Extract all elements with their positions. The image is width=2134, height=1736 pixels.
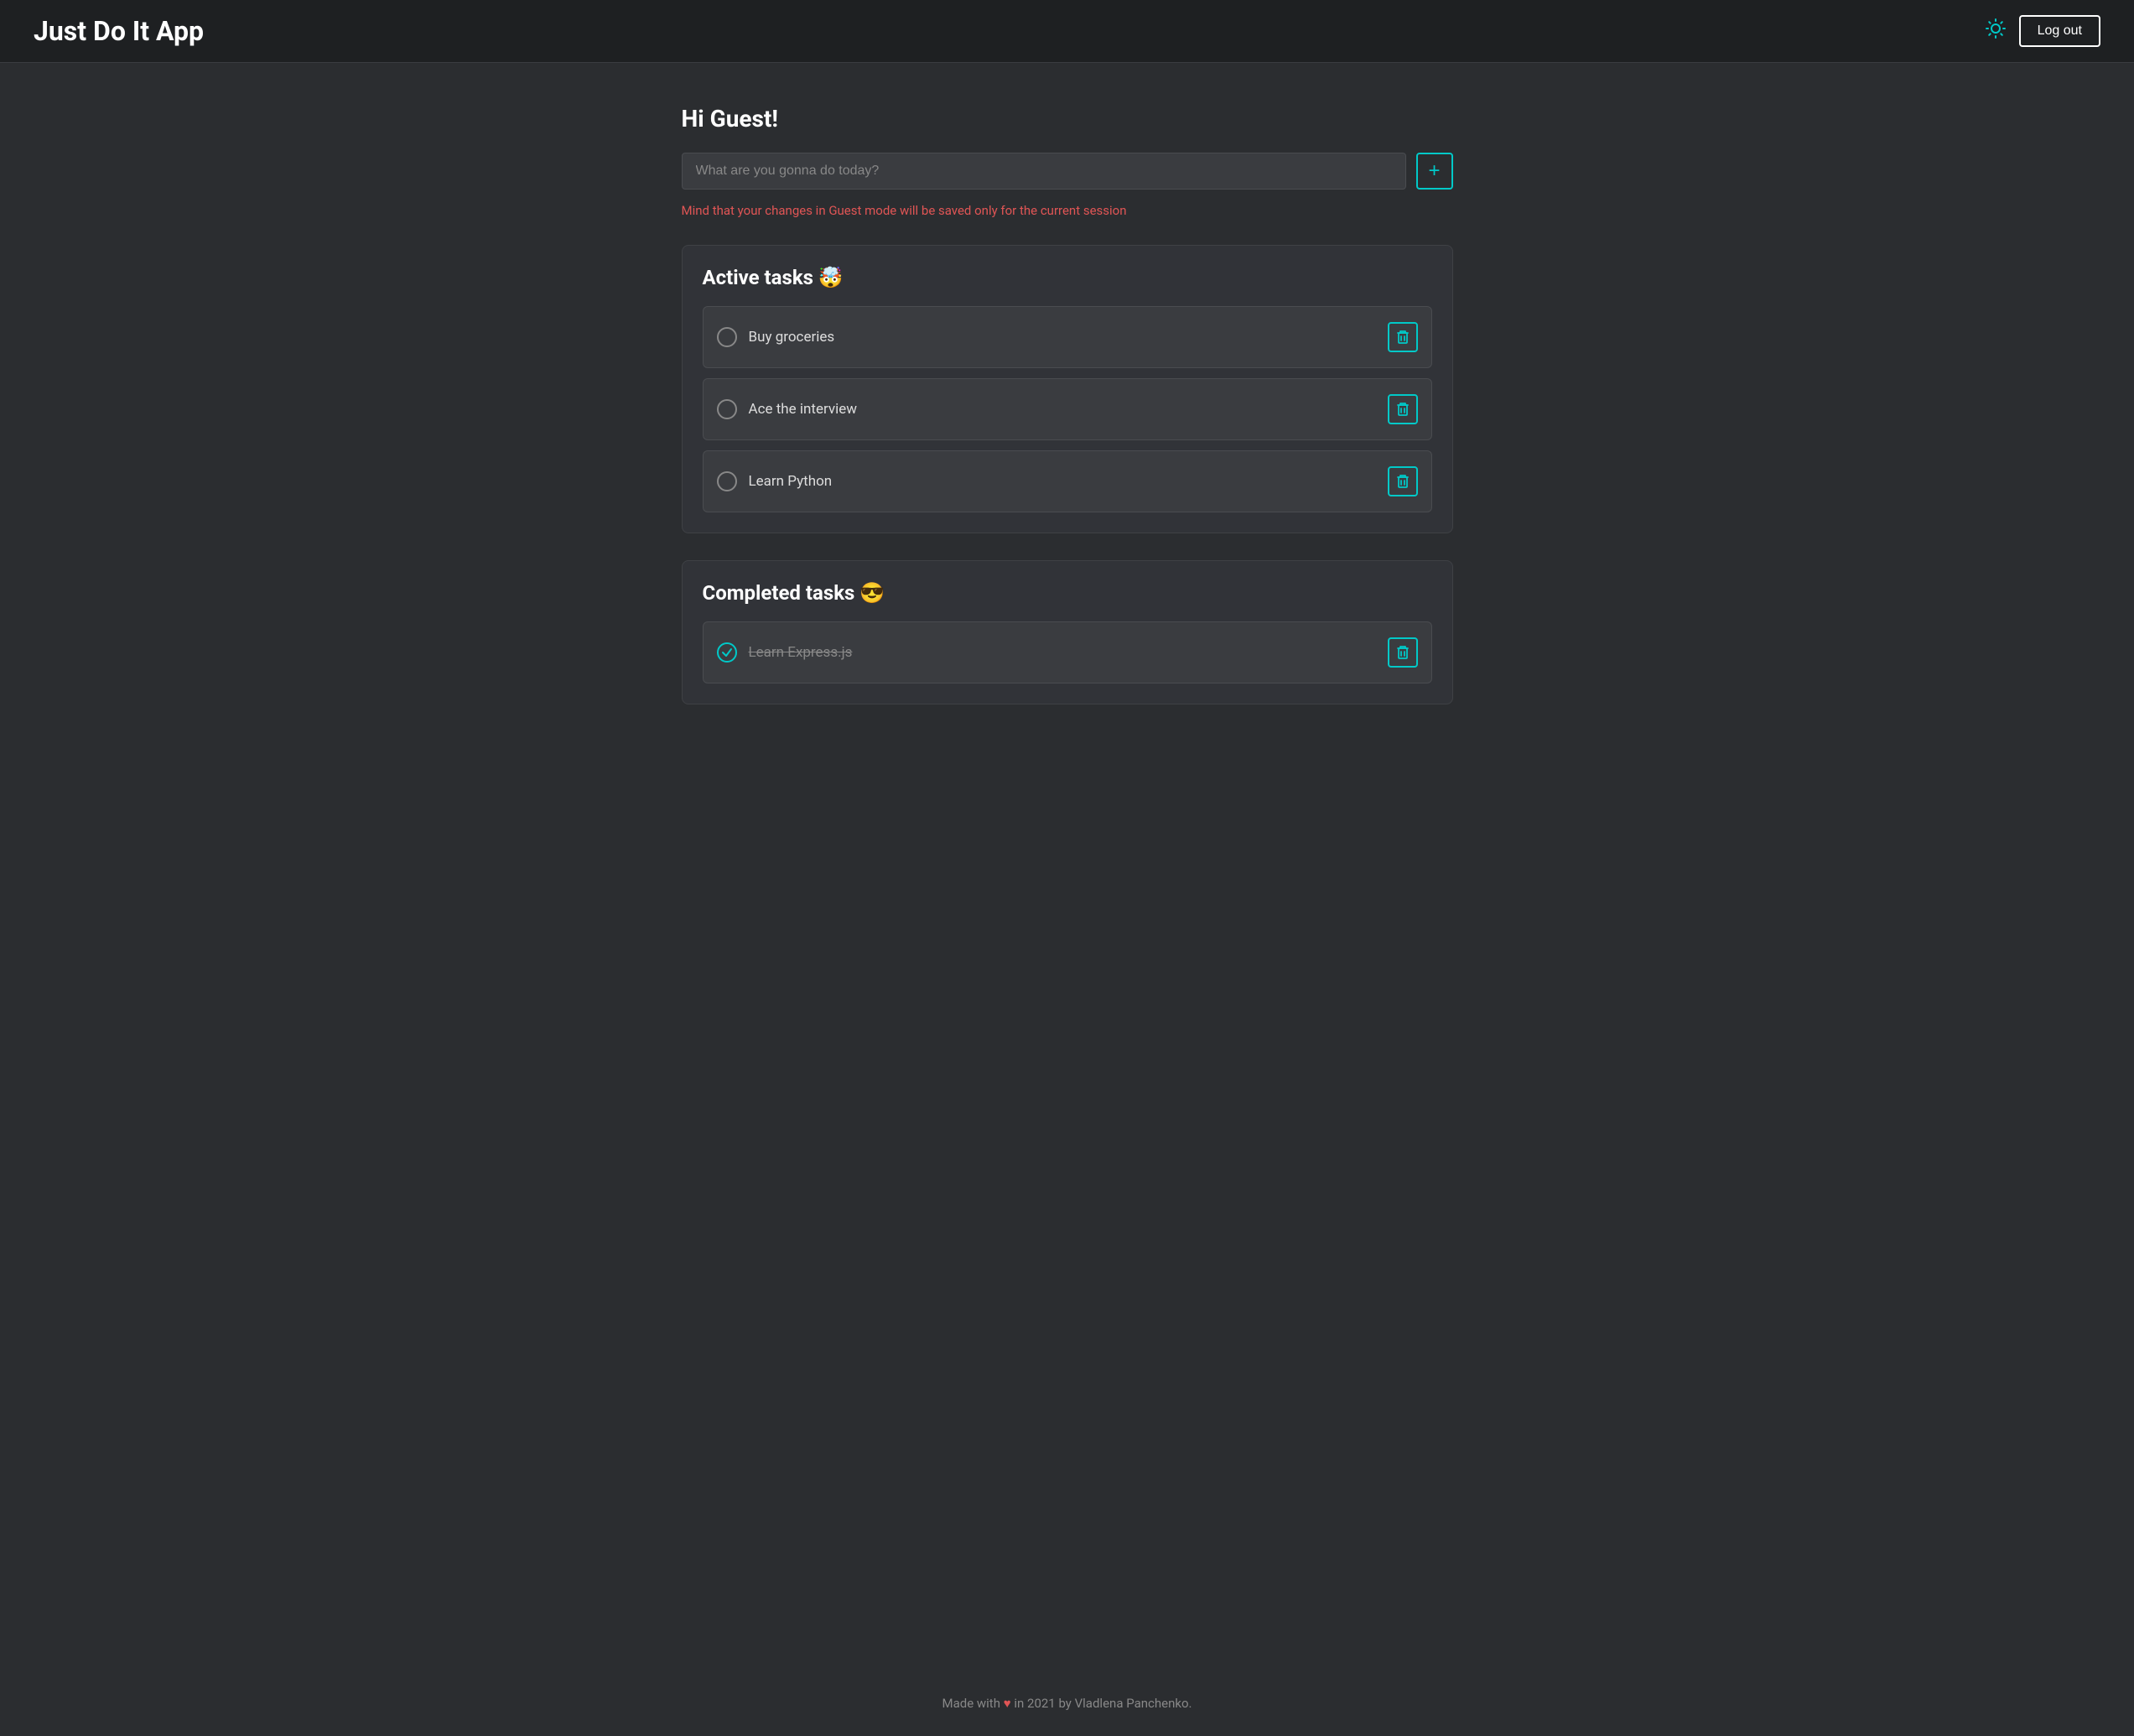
task-label: Learn Python xyxy=(749,473,833,490)
task-left: Ace the interview xyxy=(717,399,858,419)
task-input-row: + xyxy=(682,153,1453,190)
delete-task-button[interactable] xyxy=(1388,394,1418,424)
task-input[interactable] xyxy=(682,153,1406,190)
task-check-circle[interactable] xyxy=(717,642,737,663)
active-tasks-section: Active tasks 🤯 Buy groceries Ace the int… xyxy=(682,245,1453,533)
completed-tasks-section: Completed tasks 😎 Learn Express.js xyxy=(682,560,1453,704)
footer-text-after: in 2021 by Vladlena Panchenko. xyxy=(1014,1696,1192,1711)
delete-task-button[interactable] xyxy=(1388,322,1418,352)
add-task-button[interactable]: + xyxy=(1416,153,1453,190)
theme-icon[interactable] xyxy=(1986,18,2006,44)
logout-button[interactable]: Log out xyxy=(2019,15,2100,47)
task-complete-circle[interactable] xyxy=(717,399,737,419)
delete-completed-task-button[interactable] xyxy=(1388,637,1418,668)
task-item: Ace the interview xyxy=(703,378,1432,440)
delete-task-button[interactable] xyxy=(1388,466,1418,496)
active-tasks-title: Active tasks 🤯 xyxy=(703,266,1432,289)
app-title: Just Do It App xyxy=(34,15,204,47)
task-item: Buy groceries xyxy=(703,306,1432,368)
footer-text: Made with ♥ in 2021 by Vladlena Panchenk… xyxy=(942,1696,1192,1711)
greeting: Hi Guest! xyxy=(682,105,1453,133)
task-label: Ace the interview xyxy=(749,401,858,418)
guest-warning: Mind that your changes in Guest mode wil… xyxy=(682,203,1453,218)
task-complete-circle[interactable] xyxy=(717,471,737,491)
task-left: Learn Python xyxy=(717,471,833,491)
task-left: Learn Express.js xyxy=(717,642,853,663)
main-content: Hi Guest! + Mind that your changes in Gu… xyxy=(648,63,1487,1671)
completed-tasks-title: Completed tasks 😎 xyxy=(703,581,1432,605)
header-right: Log out xyxy=(1986,15,2100,47)
app-header: Just Do It App Log out xyxy=(0,0,2134,63)
task-label: Buy groceries xyxy=(749,329,835,346)
completed-tasks-list: Learn Express.js xyxy=(703,621,1432,683)
task-item: Learn Express.js xyxy=(703,621,1432,683)
heart-icon: ♥ xyxy=(1004,1696,1011,1711)
task-left: Buy groceries xyxy=(717,327,835,347)
footer: Made with ♥ in 2021 by Vladlena Panchenk… xyxy=(0,1671,2134,1736)
task-label-completed: Learn Express.js xyxy=(749,644,853,661)
active-tasks-list: Buy groceries Ace the interview xyxy=(703,306,1432,512)
task-item: Learn Python xyxy=(703,450,1432,512)
task-complete-circle[interactable] xyxy=(717,327,737,347)
footer-text-before: Made with xyxy=(942,1696,1000,1711)
